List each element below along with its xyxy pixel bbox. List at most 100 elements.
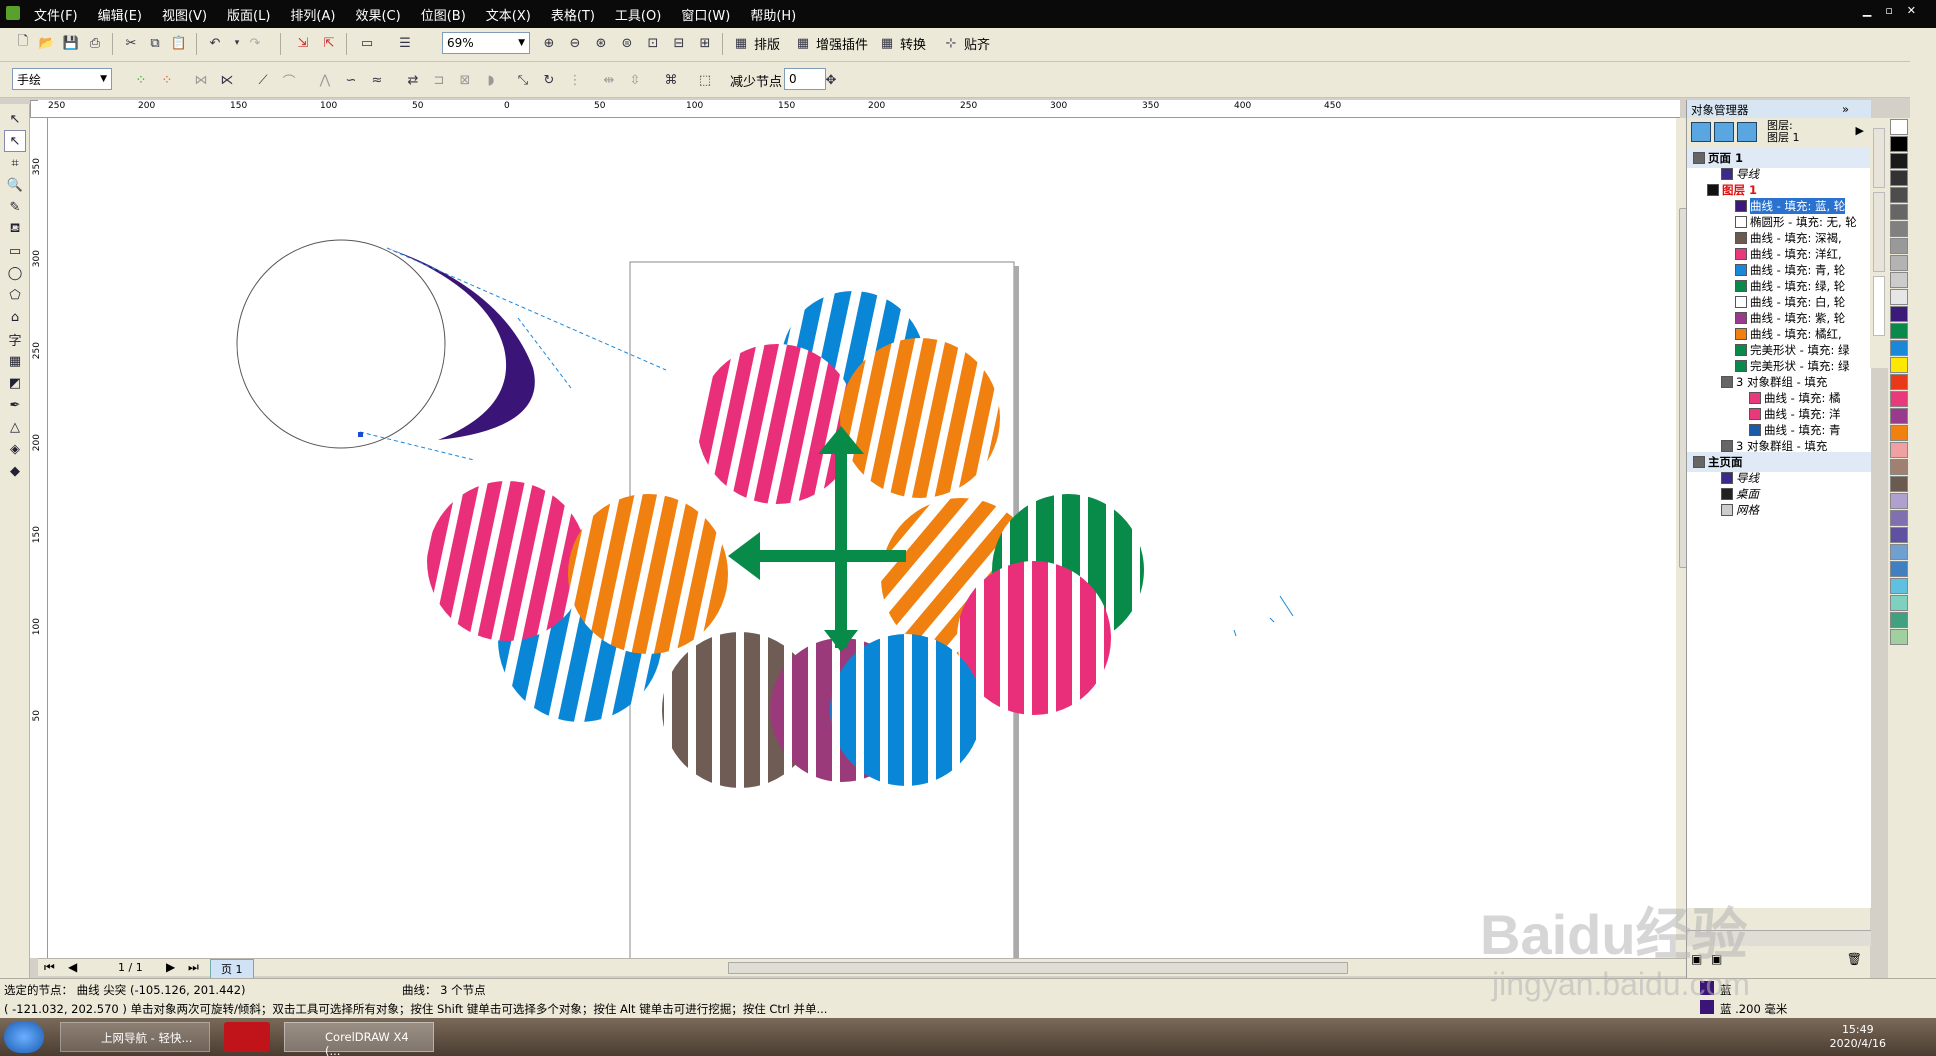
close-icon[interactable]: ✕ [1907, 4, 1916, 17]
new-file-icon[interactable]: 🗋 [12, 32, 34, 54]
crop-tool-icon[interactable]: ⌗ [4, 152, 26, 174]
snap-button[interactable]: 贴齐 [964, 34, 990, 53]
rotate-nodes-icon[interactable]: ↻ [538, 69, 560, 91]
align-nodes-icon[interactable]: ⋮ [564, 69, 586, 91]
clock[interactable]: 15:49 2020/4/16 [1830, 1023, 1886, 1051]
reverse-direction-icon[interactable]: ⇄ [402, 69, 424, 91]
color-swatch[interactable] [1890, 238, 1908, 254]
menu-item[interactable]: 编辑(E) [88, 5, 152, 24]
open-file-icon[interactable]: 📂 [36, 32, 58, 54]
color-swatch[interactable] [1890, 170, 1908, 186]
prev-page-icon[interactable]: ◀ [68, 960, 77, 974]
text-tool-icon[interactable]: 字 [4, 328, 26, 350]
color-swatch[interactable] [1890, 442, 1908, 458]
color-swatch[interactable] [1890, 612, 1908, 628]
ellipse-tool-icon[interactable]: ◯ [4, 262, 26, 284]
menu-item[interactable]: 帮助(H) [740, 5, 806, 24]
zoom-width-icon[interactable]: ⊟ [668, 32, 690, 54]
color-swatch[interactable] [1890, 561, 1908, 577]
menu-item[interactable]: 版面(L) [217, 5, 280, 24]
flash-icon[interactable] [224, 1022, 270, 1052]
rectangle-tool-icon[interactable]: ▭ [4, 240, 26, 262]
color-swatch[interactable] [1890, 510, 1908, 526]
color-swatch[interactable] [1890, 459, 1908, 475]
color-swatch[interactable] [1890, 340, 1908, 356]
delete-node-icon[interactable]: ⁘ [156, 69, 178, 91]
color-swatch[interactable] [1890, 544, 1908, 560]
taskbar-item-browser[interactable]: 上网导航 - 轻快... [60, 1022, 210, 1052]
color-swatch[interactable] [1890, 374, 1908, 390]
outline-tool-icon[interactable]: △ [4, 416, 26, 438]
symmetrical-icon[interactable]: ≈ [366, 69, 388, 91]
horizontal-scrollbar[interactable] [728, 962, 1348, 974]
print-icon[interactable]: ⎙ [84, 32, 106, 54]
menu-item[interactable]: 效果(C) [345, 5, 410, 24]
table-tool-icon[interactable]: ▦ [4, 350, 26, 372]
eyedropper-icon[interactable]: ✒ [4, 394, 26, 416]
color-swatch[interactable] [1890, 289, 1908, 305]
menu-item[interactable]: 排列(A) [280, 5, 345, 24]
vertical-ruler[interactable]: 350 300 250 200 150 100 50 [30, 118, 48, 958]
zoom-height-icon[interactable]: ⊞ [694, 32, 716, 54]
shape-tool-icon[interactable]: ↖ [4, 130, 26, 152]
color-swatch[interactable] [1890, 408, 1908, 424]
color-swatch[interactable] [1890, 119, 1908, 135]
smart-fill-icon[interactable]: ⛾ [4, 218, 26, 240]
start-button[interactable] [4, 1021, 44, 1053]
auto-close-icon[interactable]: ◗ [480, 69, 502, 91]
menu-item[interactable]: 表格(T) [541, 5, 605, 24]
color-swatch[interactable] [1890, 272, 1908, 288]
zoom-selected-icon[interactable]: ⊛ [590, 32, 612, 54]
extract-subpath-icon[interactable]: ⊠ [454, 69, 476, 91]
layout-button[interactable]: 排版 [754, 34, 780, 53]
color-swatch[interactable] [1890, 595, 1908, 611]
interactive-fill-icon[interactable]: ◆ [4, 460, 26, 482]
menu-item[interactable]: 文本(X) [476, 5, 541, 24]
tool-mode-combo[interactable]: 手绘 ▼ [12, 68, 112, 90]
menu-item[interactable]: 工具(O) [605, 5, 671, 24]
convert-button[interactable]: 转换 [900, 34, 926, 53]
color-swatch[interactable] [1890, 306, 1908, 322]
docker-tab[interactable] [1873, 192, 1885, 272]
drawing-canvas[interactable] [48, 118, 1676, 958]
color-swatch[interactable] [1890, 204, 1908, 220]
color-swatch[interactable] [1890, 629, 1908, 645]
color-swatch[interactable] [1890, 493, 1908, 509]
color-swatch[interactable] [1890, 153, 1908, 169]
color-swatch[interactable] [1890, 425, 1908, 441]
select-all-nodes-icon[interactable]: ⬚ [694, 69, 716, 91]
smooth-icon[interactable]: ∽ [340, 69, 362, 91]
tree-layer[interactable]: 网格 [1687, 500, 1871, 520]
zoom-page-icon[interactable]: ⊡ [642, 32, 664, 54]
plugins-button[interactable]: 增强插件 [816, 34, 868, 53]
color-swatch[interactable] [1890, 323, 1908, 339]
cut-icon[interactable]: ✂ [120, 32, 142, 54]
pick-tool-icon[interactable]: ↖ [4, 108, 26, 130]
application-launcher-icon[interactable]: ▭ [356, 32, 378, 54]
color-swatch[interactable] [1890, 476, 1908, 492]
mirror-vertical-icon[interactable]: ⇳ [624, 69, 646, 91]
fill-tool-icon[interactable]: ◈ [4, 438, 26, 460]
last-page-icon[interactable]: ⏭ [188, 960, 199, 975]
docker-tab[interactable] [1873, 128, 1885, 188]
save-icon[interactable]: 💾 [60, 32, 82, 54]
menu-item[interactable]: 视图(V) [152, 5, 217, 24]
basic-shapes-icon[interactable]: ⌂ [4, 306, 26, 328]
show-properties-icon[interactable] [1691, 122, 1711, 142]
menu-item[interactable]: 位图(B) [411, 5, 476, 24]
add-node-icon[interactable]: ⁘ [130, 69, 152, 91]
interactive-blend-icon[interactable]: ◩ [4, 372, 26, 394]
to-curve-icon[interactable]: ⌒ [278, 69, 300, 91]
menu-item[interactable]: 文件(F) [24, 5, 88, 24]
to-line-icon[interactable]: ⟋ [252, 69, 274, 91]
join-nodes-icon[interactable]: ⋈ [190, 69, 212, 91]
elastic-mode-icon[interactable]: ⌘ [660, 69, 682, 91]
redo-icon[interactable]: ↷ [244, 32, 266, 54]
spin-icon[interactable]: ✥ [820, 69, 842, 91]
next-page-icon[interactable]: ▶ [166, 960, 175, 974]
edit-across-layers-icon[interactable] [1714, 122, 1734, 142]
color-swatch[interactable] [1890, 357, 1908, 373]
delete-icon[interactable]: 🗑 [1847, 952, 1862, 966]
layer-manager-view-icon[interactable] [1737, 122, 1757, 142]
restore-icon[interactable]: ▫ [1885, 4, 1892, 17]
